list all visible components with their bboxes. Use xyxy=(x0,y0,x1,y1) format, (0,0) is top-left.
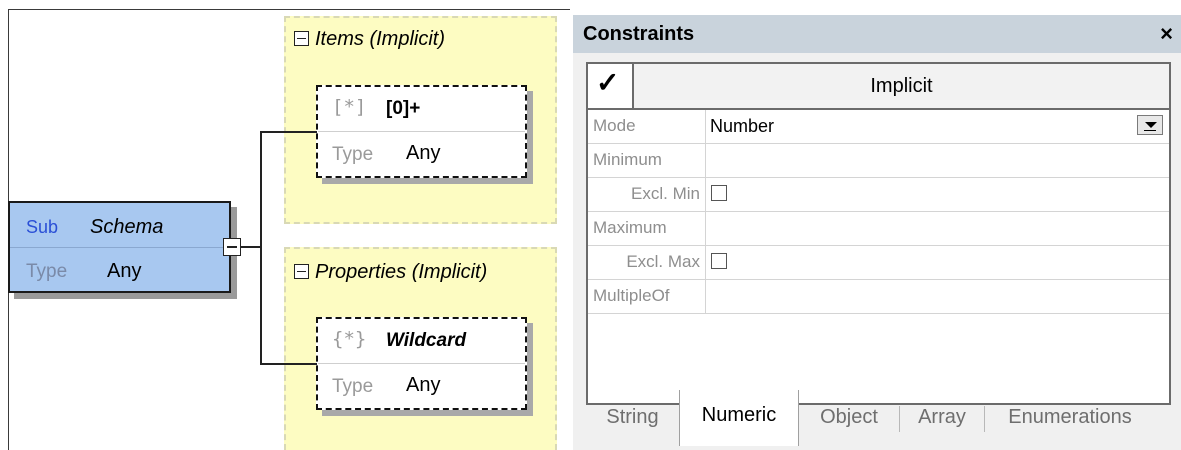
checkmark-icon: ✓ xyxy=(596,67,620,98)
grid-header: ✓ Implicit xyxy=(588,64,1169,110)
collapse-icon[interactable] xyxy=(294,264,309,279)
excl-max-checkbox[interactable] xyxy=(711,253,727,269)
schema-diagram: Items (Implicit) [*] [0]+ Type Any Prope… xyxy=(0,0,570,450)
mode-select-value: Number xyxy=(710,116,775,136)
items-group-title-text: Items (Implicit) xyxy=(315,28,445,50)
properties-node[interactable]: {*} Wildcard Type Any xyxy=(316,317,527,410)
schema-node[interactable]: Sub Schema Type Any xyxy=(8,201,231,293)
expand-collapse-icon[interactable] xyxy=(223,238,241,256)
excl-max-label: Excl. Max xyxy=(588,246,706,279)
excl-min-label: Excl. Min xyxy=(588,178,706,211)
array-wildcard-icon: [*] xyxy=(332,96,367,118)
properties-node-type-value: Any xyxy=(406,374,441,396)
panel-header: Constraints × xyxy=(573,15,1181,53)
grid-row-minimum: Minimum xyxy=(588,144,1169,178)
connector-line xyxy=(260,131,317,133)
connector-line xyxy=(260,131,262,364)
implicit-checkbox[interactable]: ✓ xyxy=(588,64,634,108)
multipleof-field[interactable] xyxy=(706,280,1169,313)
minimum-field[interactable] xyxy=(706,144,1169,177)
mode-label: Mode xyxy=(588,110,706,143)
grid-row-excl-min: Excl. Min xyxy=(588,178,1169,212)
items-group-title: Items (Implicit) xyxy=(294,28,445,51)
grid-row-excl-max: Excl. Max xyxy=(588,246,1169,280)
constraint-tabs: String Numeric Object Array Enumerations xyxy=(586,390,1171,450)
grid-row-mode: Mode Number xyxy=(588,110,1169,144)
constraints-grid: ✓ Implicit Mode Number Minimum Excl. Min… xyxy=(586,62,1171,405)
implicit-label: Implicit xyxy=(870,75,933,97)
items-node-type-value: Any xyxy=(406,142,441,164)
properties-group-title-text: Properties (Implicit) xyxy=(315,261,488,283)
schema-node-name: Schema xyxy=(90,216,164,238)
tab-enumerations[interactable]: Enumerations xyxy=(985,392,1155,444)
properties-group-title: Properties (Implicit) xyxy=(294,261,487,284)
schema-type-value: Any xyxy=(107,260,142,282)
close-icon[interactable]: × xyxy=(1160,21,1173,47)
excl-min-checkbox[interactable] xyxy=(711,185,727,201)
tab-object[interactable]: Object xyxy=(799,392,899,444)
maximum-field[interactable] xyxy=(706,212,1169,245)
maximum-label: Maximum xyxy=(588,212,706,245)
items-node-name: [0]+ xyxy=(386,98,421,119)
tab-array[interactable]: Array xyxy=(900,392,984,444)
properties-node-type-label: Type xyxy=(332,376,374,397)
connector-line xyxy=(241,246,261,248)
dropdown-arrow-icon[interactable] xyxy=(1137,115,1163,135)
connector-line xyxy=(260,363,317,365)
grid-row-multipleof: MultipleOf xyxy=(588,280,1169,314)
items-node[interactable]: [*] [0]+ Type Any xyxy=(316,85,527,178)
tab-string[interactable]: String xyxy=(586,392,679,444)
panel-title: Constraints xyxy=(583,23,695,45)
items-node-type-label: Type xyxy=(332,144,374,165)
object-wildcard-icon: {*} xyxy=(332,328,367,350)
collapse-icon[interactable] xyxy=(294,31,309,46)
diagram-frame-top xyxy=(8,9,570,10)
grid-row-maximum: Maximum xyxy=(588,212,1169,246)
schema-sub-label: Sub xyxy=(26,217,59,237)
tab-numeric[interactable]: Numeric xyxy=(679,390,799,446)
mode-select[interactable]: Number xyxy=(706,110,1169,143)
constraints-panel: Constraints × ✓ Implicit Mode Number Min… xyxy=(573,15,1181,450)
schema-type-label: Type xyxy=(26,261,68,282)
properties-node-name: Wildcard xyxy=(386,330,467,351)
minimum-label: Minimum xyxy=(588,144,706,177)
multipleof-label: MultipleOf xyxy=(588,280,706,313)
